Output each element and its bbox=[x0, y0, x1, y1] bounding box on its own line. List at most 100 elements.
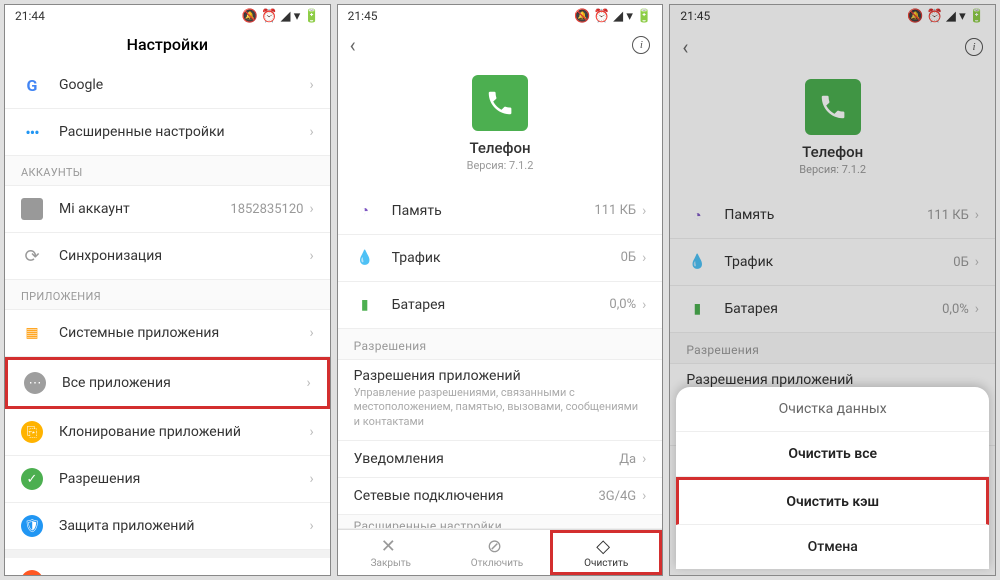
clone-icon: ⎘ bbox=[21, 421, 43, 443]
row-advanced[interactable]: ••• Расширенные настройки › bbox=[5, 109, 330, 156]
row-clone-apps[interactable]: ⎘ Клонирование приложений › bbox=[5, 409, 330, 456]
dots-icon: ••• bbox=[21, 121, 43, 143]
chevron-right-icon: › bbox=[975, 254, 979, 270]
page-title: Настройки bbox=[127, 35, 208, 54]
battery-icon: ▮ bbox=[686, 298, 708, 320]
row-traffic[interactable]: 💧 Трафик 0Б › bbox=[670, 239, 995, 286]
row-label: Трафик bbox=[724, 254, 953, 270]
row-network[interactable]: Сетевые подключения 3G/4G › bbox=[338, 478, 663, 515]
statusbar: 21:45 🔕 ⏰ ◢ ▾ 🔋 bbox=[670, 5, 995, 27]
chevron-right-icon: › bbox=[642, 488, 646, 504]
app-info-panel-dimmed: 21:45 🔕 ⏰ ◢ ▾ 🔋 ‹ i Телефон Версия: 7.1.… bbox=[669, 4, 996, 576]
row-label: Расширенные настройки bbox=[59, 124, 309, 140]
row-label: Батарея bbox=[392, 297, 610, 313]
row-label: Защита приложений bbox=[59, 518, 309, 534]
chevron-right-icon: › bbox=[309, 573, 313, 576]
chevron-right-icon: › bbox=[309, 248, 313, 264]
app-hero: Телефон Версия: 7.1.2 bbox=[670, 67, 995, 192]
row-battery[interactable]: ▮ Батарея 0,0% › bbox=[670, 286, 995, 333]
chevron-right-icon: › bbox=[309, 201, 313, 217]
sheet-clear-cache[interactable]: Очистить кэш bbox=[676, 477, 989, 525]
chevron-right-icon: › bbox=[975, 207, 979, 223]
row-permissions[interactable]: ✓ Разрешения › bbox=[5, 456, 330, 503]
app-version: Версия: 7.1.2 bbox=[467, 159, 534, 172]
google-icon: G bbox=[21, 74, 43, 96]
header: Настройки bbox=[5, 27, 330, 62]
close-button[interactable]: ✕ Закрыть bbox=[338, 530, 444, 575]
row-notifications[interactable]: Уведомления Да › bbox=[338, 441, 663, 478]
row-report[interactable]: ! Отчет › bbox=[5, 550, 330, 576]
header: ‹ i bbox=[670, 27, 995, 67]
row-sync[interactable]: ⟳ Синхронизация › bbox=[5, 233, 330, 280]
chevron-right-icon: › bbox=[309, 471, 313, 487]
row-label: Клонирование приложений bbox=[59, 424, 309, 440]
chevron-right-icon: › bbox=[642, 451, 646, 467]
disable-button[interactable]: ⊘ Отключить bbox=[444, 530, 550, 575]
row-value: 0,0% bbox=[942, 302, 969, 317]
section-permissions: Разрешения bbox=[338, 329, 663, 360]
row-label: Отчет bbox=[59, 573, 309, 576]
eraser-icon: ◇ bbox=[596, 536, 616, 556]
clear-button[interactable]: ◇ Очистить bbox=[550, 530, 662, 575]
row-value: 0Б bbox=[953, 255, 969, 270]
mi-icon bbox=[21, 198, 43, 220]
row-label: Трафик bbox=[392, 250, 621, 266]
status-time: 21:45 bbox=[680, 9, 710, 23]
row-label: Память bbox=[392, 203, 595, 219]
bb-label: Отключить bbox=[471, 558, 524, 569]
app-info-panel: 21:45 🔕 ⏰ ◢ ▾ 🔋 ‹ i Телефон Версия: 7.1.… bbox=[337, 4, 664, 576]
row-memory[interactable]: ◔ Память 111 КБ › bbox=[338, 188, 663, 235]
pie-icon: ◔ bbox=[354, 200, 376, 222]
chevron-right-icon: › bbox=[309, 124, 313, 140]
sheet-title: Очистка данных bbox=[676, 387, 989, 432]
section-advanced: Расширенные настройки bbox=[338, 515, 663, 529]
row-app-protect[interactable]: 🛡 Защита приложений › bbox=[5, 503, 330, 550]
row-label: Уведомления bbox=[354, 451, 620, 467]
row-label: Все приложения bbox=[62, 375, 306, 391]
header: ‹ i bbox=[338, 27, 663, 63]
row-google[interactable]: G Google › bbox=[5, 62, 330, 109]
status-icons: 🔕 ⏰ ◢ ▾ 🔋 bbox=[242, 9, 320, 24]
battery-icon: ▮ bbox=[354, 294, 376, 316]
row-mi-account[interactable]: Mi аккаунт 1852835120 › bbox=[5, 186, 330, 233]
perm-desc: Управление разрешениями, связанными с ме… bbox=[354, 386, 647, 431]
section-accounts: АККАУНТЫ bbox=[5, 156, 330, 186]
chevron-right-icon: › bbox=[642, 250, 646, 266]
back-button[interactable]: ‹ bbox=[350, 33, 356, 57]
chevron-right-icon: › bbox=[975, 301, 979, 317]
perm-title: Разрешения приложений bbox=[686, 372, 979, 388]
back-button[interactable]: ‹ bbox=[682, 35, 688, 59]
row-traffic[interactable]: 💧 Трафик 0Б › bbox=[338, 235, 663, 282]
bottom-bar: ✕ Закрыть ⊘ Отключить ◇ Очистить bbox=[338, 529, 663, 575]
chevron-right-icon: › bbox=[309, 518, 313, 534]
row-memory[interactable]: ◔ Память 111 КБ › bbox=[670, 192, 995, 239]
status-time: 21:44 bbox=[15, 9, 45, 23]
grid-icon: ▦ bbox=[21, 322, 43, 344]
info-button[interactable]: i bbox=[632, 36, 650, 54]
app-version: Версия: 7.1.2 bbox=[799, 163, 866, 176]
statusbar: 21:44 🔕 ⏰ ◢ ▾ 🔋 bbox=[5, 5, 330, 27]
row-value: 111 КБ bbox=[927, 208, 969, 223]
chevron-right-icon: › bbox=[642, 297, 646, 313]
disable-icon: ⊘ bbox=[487, 536, 507, 556]
row-label: Батарея bbox=[724, 301, 942, 317]
row-label: Память bbox=[724, 207, 927, 223]
apps-icon: ⋯ bbox=[24, 372, 46, 394]
sheet-clear-all[interactable]: Очистить все bbox=[676, 432, 989, 477]
chevron-right-icon: › bbox=[306, 375, 310, 391]
row-system-apps[interactable]: ▦ Системные приложения › bbox=[5, 310, 330, 357]
app-hero: Телефон Версия: 7.1.2 bbox=[338, 63, 663, 188]
row-all-apps[interactable]: ⋯ Все приложения › bbox=[5, 357, 330, 409]
row-label: Mi аккаунт bbox=[59, 201, 230, 217]
row-battery[interactable]: ▮ Батарея 0,0% › bbox=[338, 282, 663, 329]
row-label: Google bbox=[59, 77, 309, 93]
sheet-cancel[interactable]: Отмена bbox=[676, 525, 989, 569]
sync-icon: ⟳ bbox=[21, 245, 43, 267]
chevron-right-icon: › bbox=[642, 203, 646, 219]
row-label: Сетевые подключения bbox=[354, 488, 599, 504]
row-app-permissions[interactable]: Разрешения приложений Управление разреше… bbox=[338, 360, 663, 442]
shield-icon: ✓ bbox=[21, 468, 43, 490]
info-button[interactable]: i bbox=[965, 38, 983, 56]
status-time: 21:45 bbox=[348, 9, 378, 23]
close-icon: ✕ bbox=[381, 536, 401, 556]
